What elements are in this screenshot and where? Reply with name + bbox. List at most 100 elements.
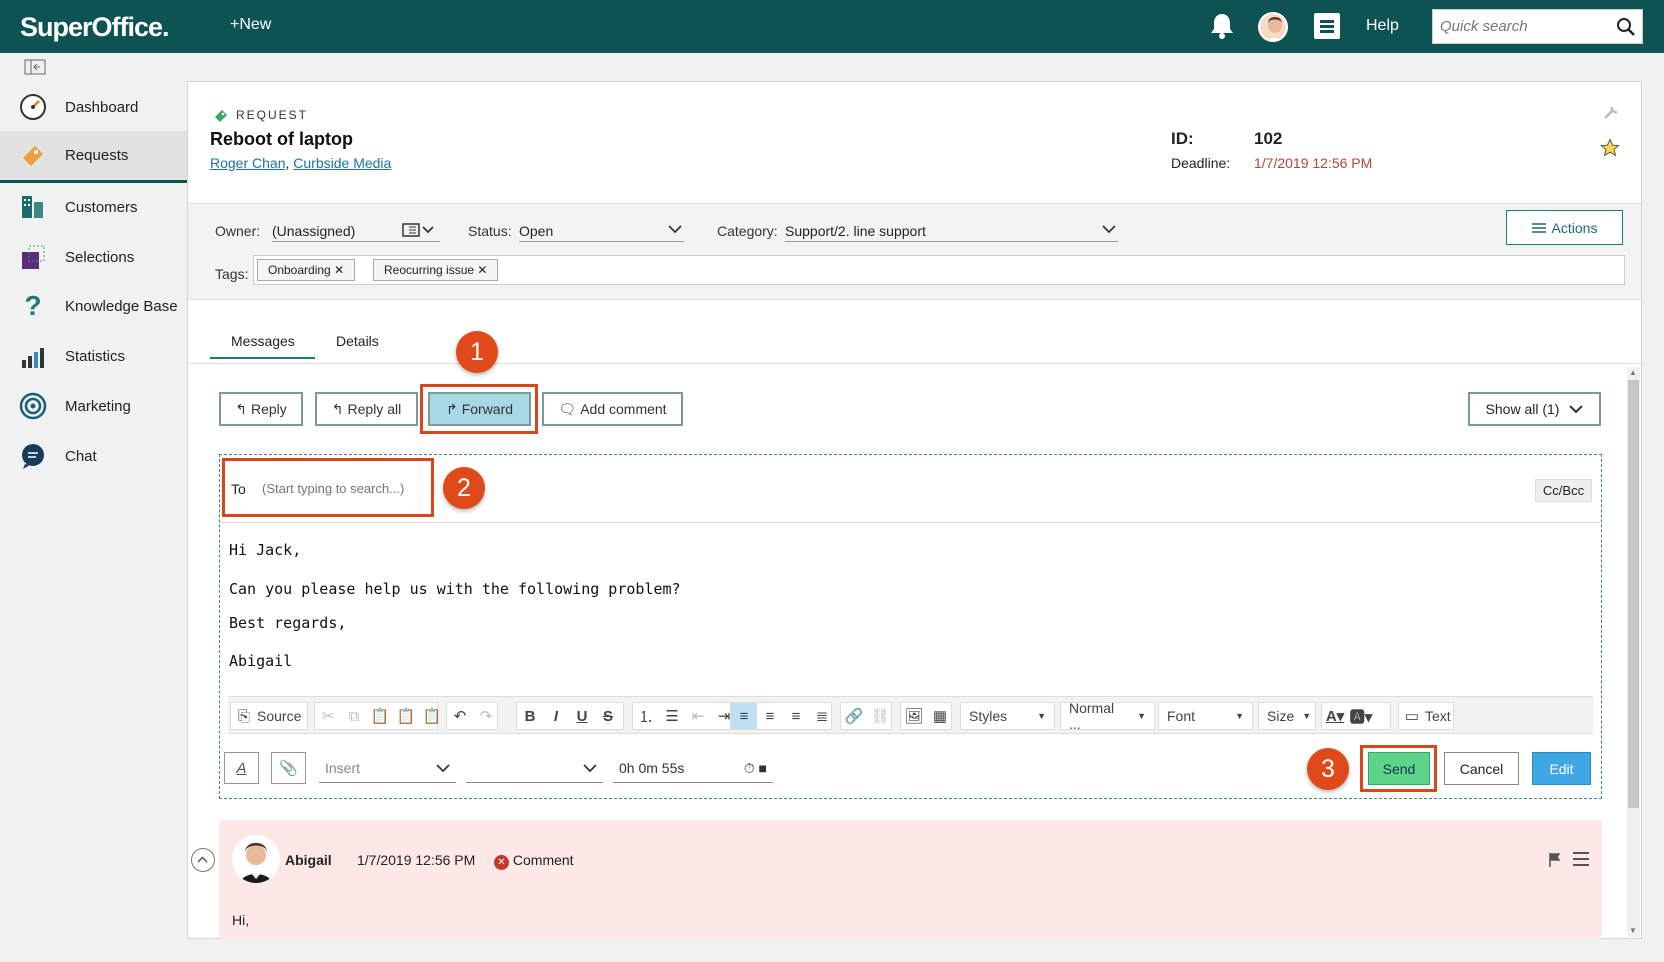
paste-icon[interactable]: 📋 [367, 703, 393, 729]
new-label: New [239, 16, 272, 33]
format-dropdown[interactable]: Normal ... ▼ [1060, 700, 1155, 732]
company-link[interactable]: Curbside Media [293, 155, 391, 171]
nav-requests[interactable]: Requests [0, 131, 187, 183]
reply-all-button[interactable]: ↰ Reply all [315, 392, 418, 426]
signature-button[interactable]: A [224, 752, 259, 784]
add-comment-button[interactable]: 🗨 Add comment [542, 392, 683, 426]
text-color-icon[interactable]: A▾ [1322, 703, 1348, 729]
attach-button[interactable]: 📎 [271, 752, 306, 784]
status-select[interactable]: Open [519, 218, 684, 242]
wrench-icon[interactable] [1602, 103, 1620, 121]
edit-button[interactable]: Edit [1532, 752, 1591, 785]
annotation-badge-2: 2 [443, 467, 485, 509]
align-right-icon[interactable]: ≡ [783, 703, 809, 729]
scrollbar-thumb[interactable] [1628, 380, 1639, 808]
nav-label: Customers [65, 198, 138, 216]
user-avatar[interactable] [1258, 12, 1288, 42]
font-dropdown[interactable]: Font ▼ [1158, 702, 1253, 730]
insert-dropdown[interactable]: Insert [319, 754, 456, 783]
format-label: Normal ... [1069, 700, 1115, 732]
collapse-sidebar-icon[interactable] [24, 59, 46, 75]
text-button[interactable]: ▭ Text [1398, 702, 1454, 730]
cut-icon[interactable]: ✂ [315, 703, 341, 729]
search-icon[interactable] [1616, 17, 1636, 37]
stop-icon[interactable]: ■ [759, 760, 767, 776]
editor-divider [220, 522, 1601, 523]
font-label: Font [1167, 708, 1196, 724]
annotation-badge-3: 3 [1307, 748, 1349, 790]
background-color-icon[interactable]: 🅰▾ [1348, 703, 1374, 729]
reply-button[interactable]: ↰ Reply [219, 392, 303, 426]
cancel-button[interactable]: Cancel [1444, 752, 1519, 785]
size-dropdown[interactable]: Size ▼ [1258, 702, 1316, 730]
owner-select[interactable]: (Unassigned) [272, 218, 440, 242]
styles-dropdown[interactable]: Styles ▼ [960, 702, 1055, 730]
copy-icon[interactable]: ⧉ [341, 703, 367, 729]
paste-word-icon[interactable]: 📋 [419, 703, 445, 729]
outdent-icon[interactable]: ⇤ [685, 703, 711, 729]
author-name: Abigail [285, 852, 332, 868]
tags-input[interactable]: Onboarding ✕ Reocurring issue ✕ [253, 255, 1625, 285]
align-center-icon[interactable]: ≡ [757, 703, 783, 729]
source-button[interactable]: ⎘ Source [230, 702, 308, 730]
size-label: Size [1267, 708, 1295, 724]
nav-marketing[interactable]: Marketing [0, 380, 187, 432]
nav-statistics[interactable]: Statistics [0, 330, 187, 382]
tab-details[interactable]: Details [336, 333, 379, 349]
star-icon[interactable] [1600, 138, 1620, 158]
body-line[interactable]: Can you please help us with the followin… [229, 580, 681, 598]
numbered-list-icon[interactable]: ⒈ [633, 703, 659, 729]
help-link[interactable]: Help [1366, 17, 1399, 35]
paste-text-icon[interactable]: 📋 [393, 703, 419, 729]
image-icon[interactable]: 🖼 [901, 703, 927, 729]
close-icon[interactable]: ✕ [477, 263, 487, 277]
bullet-list-icon[interactable]: ☰ [659, 703, 685, 729]
table-icon[interactable]: ▦ [927, 703, 953, 729]
insert-group: 🖼 ▦ [900, 702, 952, 730]
align-left-icon[interactable]: ≡ [731, 703, 757, 729]
unlink-icon[interactable]: ⛓ [867, 703, 893, 729]
new-button[interactable]: +New [230, 16, 271, 34]
stopwatch-icon[interactable]: ⏱ [744, 760, 755, 776]
justify-icon[interactable]: ≣ [809, 703, 835, 729]
contact-person-link[interactable]: Roger Chan [210, 155, 286, 171]
template-dropdown[interactable] [466, 754, 603, 783]
owner-value: (Unassigned) [272, 223, 356, 239]
category-select[interactable]: Support/2. line support [785, 218, 1118, 242]
body-line[interactable]: Abigail [229, 652, 292, 670]
redo-icon[interactable]: ↷ [473, 703, 499, 729]
show-all-dropdown[interactable]: Show all (1) [1468, 392, 1601, 426]
tag-chip[interactable]: Onboarding ✕ [257, 259, 356, 281]
hamburger-menu-icon[interactable] [1314, 13, 1340, 39]
scroll-up-icon[interactable]: ▲ [1629, 368, 1637, 377]
message-menu-icon[interactable] [1572, 850, 1590, 868]
app-logo[interactable]: SuperOffice. [20, 12, 170, 43]
status-value: Open [519, 223, 554, 239]
collapse-message-button[interactable] [191, 848, 215, 872]
request-contacts: Roger Chan, Curbside Media [210, 155, 391, 171]
actions-button[interactable]: Actions [1506, 210, 1623, 245]
strikethrough-icon[interactable]: S [595, 703, 621, 729]
customers-icon [19, 193, 47, 221]
close-icon[interactable]: ✕ [334, 263, 344, 277]
deadline-value[interactable]: 1/7/2019 12:56 PM [1254, 155, 1372, 171]
bell-icon[interactable] [1210, 12, 1234, 44]
body-line[interactable]: Hi Jack, [229, 541, 301, 559]
quick-search-input[interactable] [1433, 10, 1613, 43]
italic-icon[interactable]: I [543, 703, 569, 729]
nav-knowledge-base[interactable]: ? Knowledge Base [0, 280, 187, 332]
flag-icon[interactable] [1548, 852, 1562, 868]
undo-icon[interactable]: ↶ [447, 703, 473, 729]
tag-chip[interactable]: Reocurring issue ✕ [373, 259, 499, 281]
nav-selections[interactable]: Selections [0, 231, 187, 283]
scroll-down-icon[interactable]: ▼ [1629, 926, 1637, 935]
tab-messages[interactable]: Messages [231, 333, 295, 349]
bold-icon[interactable]: B [517, 703, 543, 729]
cc-bcc-button[interactable]: Cc/Bcc [1535, 479, 1592, 502]
body-line[interactable]: Best regards, [229, 614, 346, 632]
nav-customers[interactable]: Customers [0, 181, 187, 233]
nav-dashboard[interactable]: Dashboard [0, 81, 187, 133]
underline-icon[interactable]: U [569, 703, 595, 729]
nav-chat[interactable]: Chat [0, 430, 187, 482]
link-icon[interactable]: 🔗 [841, 703, 867, 729]
